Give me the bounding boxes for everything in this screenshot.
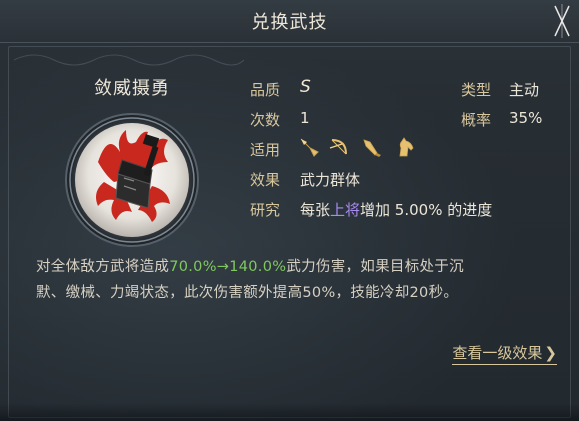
rate-label: 概率 (461, 111, 492, 129)
research-suffix: 增加 5.00% 的进度 (360, 201, 493, 219)
skill-exchange-panel: 兑换武技 敛威摄勇 品质 S 类型 主动 次数 1 概率 35% 适用 效果 武… (0, 0, 579, 421)
type-label: 类型 (461, 81, 492, 99)
border-ornament (14, 54, 244, 66)
skill-icon[interactable] (64, 112, 200, 248)
view-link-label: 查看一级效果 (452, 344, 543, 362)
skill-emblem-icon (65, 113, 199, 247)
skill-name: 敛威摄勇 (94, 78, 170, 99)
spear-icon (298, 136, 320, 158)
view-level-one-effect-link[interactable]: 查看一级效果 ❯ (452, 342, 557, 365)
grade-value: S (300, 77, 311, 97)
chevron-right-icon: ❯ (544, 344, 557, 362)
effect-label: 效果 (250, 171, 281, 189)
count-value: 1 (300, 109, 310, 127)
logo-mark-icon (554, 4, 570, 38)
blade-icon (360, 136, 382, 158)
game-logo (525, 2, 573, 40)
type-value: 主动 (509, 81, 540, 99)
panel-title: 兑换武技 (251, 12, 328, 33)
title-bar: 兑换武技 (0, 0, 579, 43)
research-highlight: 上将 (330, 201, 361, 219)
description-line-1: 对全体敌方武将造成70.0%→140.0%武力伤害，如果目标处于沉 (36, 259, 464, 275)
horse-icon (394, 136, 416, 158)
bow-icon (328, 136, 350, 158)
count-label: 次数 (250, 111, 281, 129)
effect-value: 武力群体 (300, 171, 361, 189)
rate-value: 35% (509, 109, 543, 127)
skill-description: 对全体敌方武将造成70.0%→140.0%武力伤害，如果目标处于沉 默、缴械、力… (36, 254, 556, 306)
damage-ratio: 70.0%→140.0% (169, 259, 287, 275)
applies-label: 适用 (250, 141, 281, 159)
description-line-2: 默、缴械、力竭状态，此次伤害额外提高50%，技能冷却20秒。 (36, 285, 459, 301)
research-prefix: 每张 (300, 201, 331, 219)
research-label: 研究 (250, 201, 281, 219)
grade-label: 品质 (250, 81, 281, 99)
research-value: 每张上将增加 5.00% 的进度 (300, 199, 492, 220)
bottom-shade (0, 403, 579, 421)
